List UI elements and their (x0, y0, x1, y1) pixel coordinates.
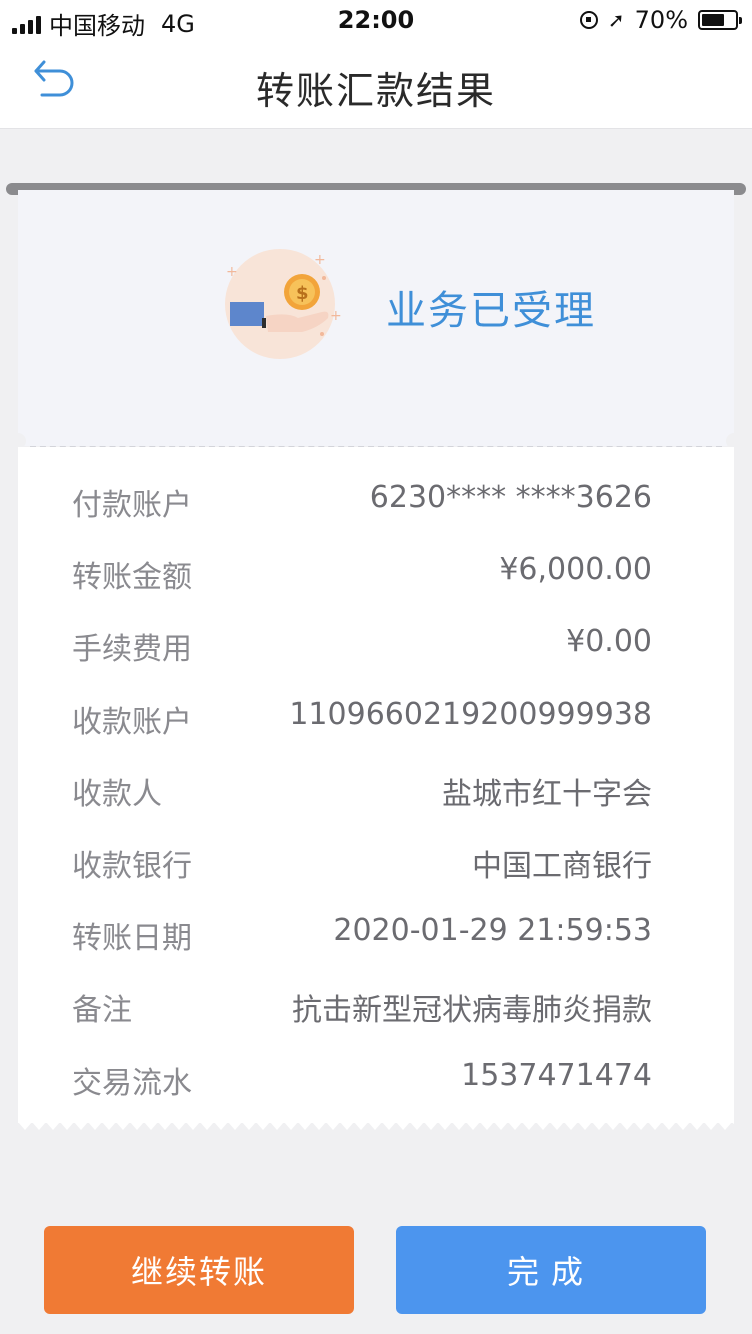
detail-row-bank: 收款银行 中国工商银行 (56, 827, 656, 899)
status-bar: 中国移动 4G 22:00 ➚ 70% (0, 0, 752, 40)
hand-coin-icon: + + + $ (218, 242, 348, 362)
done-button[interactable]: 完成 (396, 1226, 706, 1314)
detail-row-date: 转账日期 2020-01-29 21:59:53 (56, 899, 656, 971)
navigation-bar: 转账汇款结果 (0, 40, 752, 129)
detail-row-payer-account: 付款账户 6230**** ****3626 (56, 466, 656, 538)
detail-row-amount: 转账金额 ¥6,000.00 (56, 538, 656, 610)
detail-value: ¥0.00 (566, 624, 652, 660)
detail-value: 2020-01-29 21:59:53 (333, 913, 652, 949)
detail-row-payee: 收款人 盐城市红十字会 (56, 755, 656, 827)
detail-row-fee: 手续费用 ¥0.00 (56, 610, 656, 682)
detail-label: 交易流水 (72, 1065, 192, 1101)
battery-icon (698, 10, 742, 30)
detail-list: 付款账户 6230**** ****3626 转账金额 ¥6,000.00 手续… (56, 466, 656, 1116)
detail-value: 1109660219200999938 (289, 696, 652, 732)
detail-label: 收款银行 (72, 848, 192, 884)
svg-text:+: + (314, 252, 326, 268)
status-bar-right: ➚ 70% (579, 6, 742, 34)
detail-label: 转账日期 (72, 921, 192, 957)
detail-value: 6230**** ****3626 (369, 480, 652, 515)
svg-text:$: $ (296, 283, 309, 304)
detail-label: 转账金额 (72, 560, 192, 596)
detail-label: 收款人 (72, 776, 162, 812)
detail-label: 付款账户 (72, 488, 192, 523)
detail-label: 手续费用 (72, 632, 192, 668)
detail-value: 抗击新型冠状病毒肺炎捐款 (292, 993, 652, 1029)
location-arrow-icon: ➚ (607, 8, 625, 32)
detail-label: 收款账户 (72, 704, 192, 740)
result-status: 业务已受理 (386, 288, 596, 334)
battery-percent: 70% (634, 6, 688, 34)
receipt-header (10, 190, 742, 449)
rotation-lock-icon (579, 11, 598, 29)
battery-fill (702, 14, 725, 26)
detail-label: 备注 (72, 993, 132, 1029)
page-title: 转账汇款结果 (255, 69, 496, 113)
detail-value: 中国工商银行 (472, 848, 652, 884)
detail-value: 盐城市红十字会 (442, 776, 652, 812)
receipt-torn-edge (18, 1122, 734, 1130)
detail-row-serial: 交易流水 1537471474 (56, 1044, 656, 1116)
svg-text:+: + (330, 308, 342, 324)
detail-value: ¥6,000.00 (499, 552, 652, 588)
continue-transfer-button[interactable]: 继续转账 (44, 1226, 354, 1314)
detail-row-payee-account: 收款账户 1109660219200999938 (56, 683, 656, 755)
svg-text:+: + (226, 264, 238, 280)
detail-row-remark: 备注 抗击新型冠状病毒肺炎捐款 (56, 971, 656, 1043)
detail-value: 1537471474 (461, 1057, 652, 1093)
